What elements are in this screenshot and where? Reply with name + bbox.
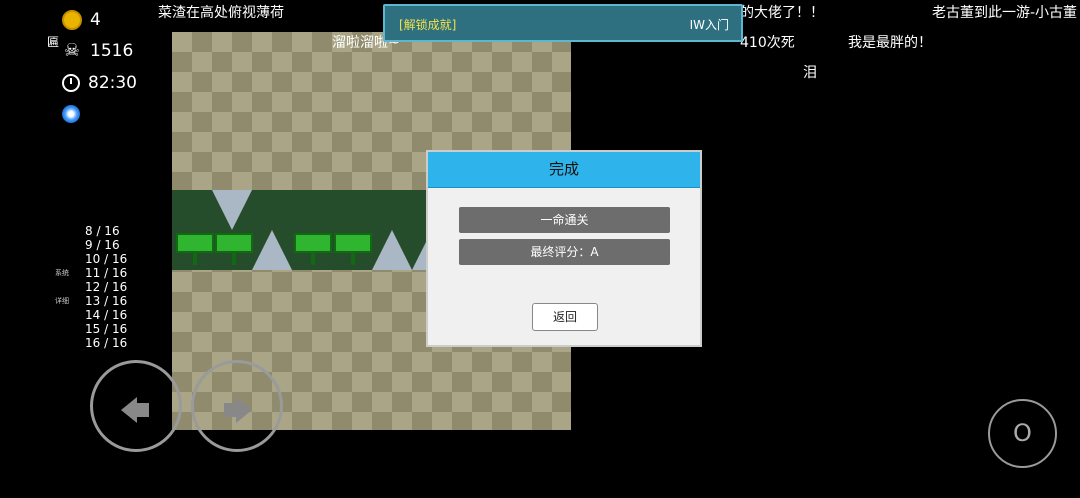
timer: 82:30 xyxy=(62,73,137,93)
jump-button[interactable]: O xyxy=(988,399,1057,468)
danmaku-item: 我是最胖的！ xyxy=(848,35,932,51)
detail-label[interactable]: 详细 xyxy=(55,296,69,306)
progress-list[interactable]: 8 / 16 9 / 16 10 / 16 11 / 16 12 / 16 13… xyxy=(85,224,127,350)
coin-count: 4 xyxy=(90,10,101,30)
death-counter: ☠ 1516 xyxy=(62,40,134,62)
skull-icon: ☠ xyxy=(63,40,81,61)
danmaku-item: 菜渣在高处俯视薄荷 xyxy=(158,5,284,21)
sign-board xyxy=(294,233,332,265)
clock-icon xyxy=(62,74,80,92)
result-no-death: 一命通关 xyxy=(459,207,670,233)
danmaku-item: 匾 xyxy=(47,35,60,49)
list-item: 12 / 16 xyxy=(85,280,128,294)
sign-board xyxy=(176,233,214,265)
danmaku-item: 老古董到此一游-小古董 xyxy=(932,5,1078,21)
danmaku-item: 泪 xyxy=(803,65,817,81)
list-item: 10 / 16 xyxy=(85,252,128,266)
spike-up xyxy=(372,230,412,270)
move-right-button[interactable] xyxy=(191,360,283,452)
result-final-grade: 最终评分：A xyxy=(459,239,670,265)
move-left-button[interactable] xyxy=(90,360,182,452)
sign-board xyxy=(215,233,253,265)
arrow-left-icon-body xyxy=(137,403,149,417)
spike-down xyxy=(212,190,252,230)
back-button[interactable]: 返回 xyxy=(532,303,598,331)
list-item: 15 / 16 xyxy=(85,322,128,336)
completion-dialog: 完成 一命通关 最终评分：A 返回 xyxy=(426,150,702,347)
dialog-title: 完成 xyxy=(428,152,700,188)
danmaku-item: 的大佬了！！ xyxy=(740,5,824,21)
achievement-banner: [解锁成就] IW入门 xyxy=(383,4,743,42)
arrow-right-icon xyxy=(236,397,252,423)
danmaku-item: 410次死 xyxy=(740,35,795,51)
arrow-right-icon-body xyxy=(224,403,236,417)
list-item: 14 / 16 xyxy=(85,308,128,322)
list-item: 8 / 16 xyxy=(85,224,120,238)
coin-icon xyxy=(62,10,82,30)
warp-indicator[interactable] xyxy=(62,105,80,123)
list-item: 13 / 16 xyxy=(85,294,128,308)
achievement-tag: [解锁成就] xyxy=(399,18,457,32)
time-value: 82:30 xyxy=(88,73,137,93)
list-item: 11 / 16 xyxy=(85,266,128,280)
arrow-left-icon xyxy=(121,397,137,423)
achievement-name: IW入门 xyxy=(689,18,729,32)
death-count: 1516 xyxy=(90,41,134,61)
system-label[interactable]: 系统 xyxy=(55,268,69,278)
list-item: 9 / 16 xyxy=(85,238,120,252)
list-item: 16 / 16 xyxy=(85,336,128,350)
spike-up xyxy=(252,230,292,270)
coin-counter: 4 xyxy=(62,10,101,30)
swirl-icon[interactable] xyxy=(62,105,80,123)
jump-button-label: O xyxy=(1013,419,1032,447)
sign-board xyxy=(334,233,372,265)
